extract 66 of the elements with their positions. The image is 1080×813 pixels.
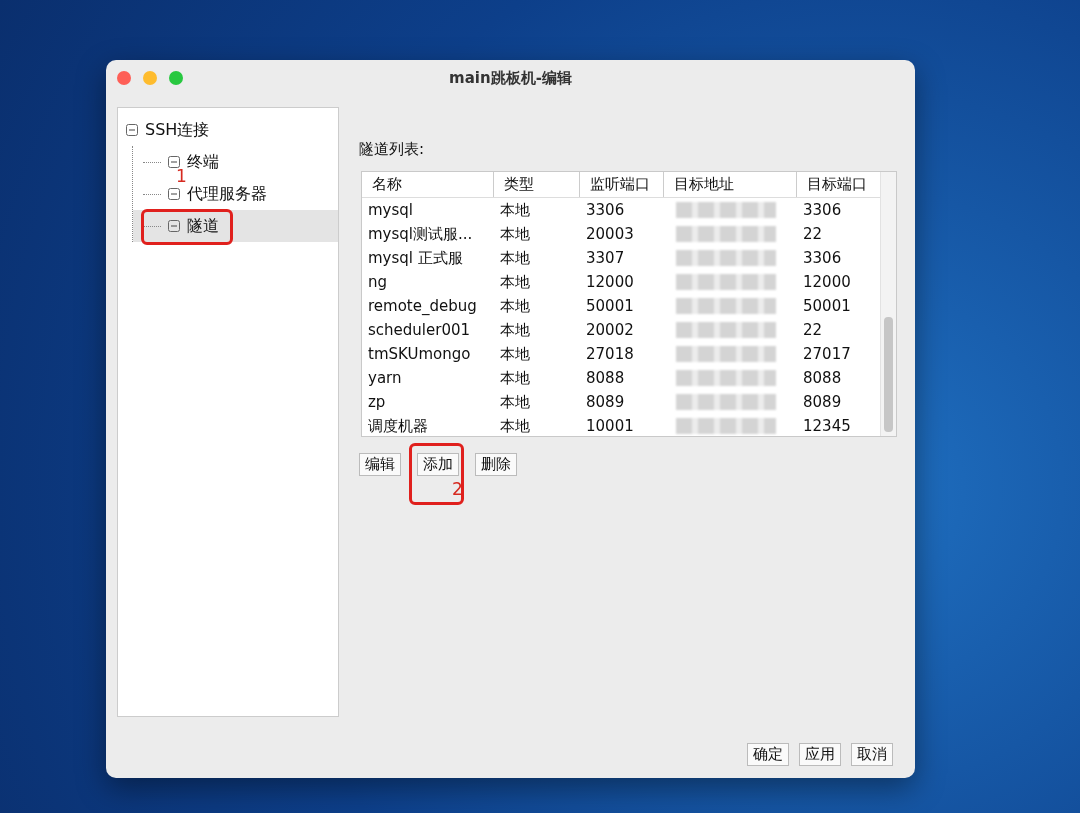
dialog-button[interactable]: 应用 bbox=[799, 743, 841, 766]
table-cell-text: 20002 bbox=[585, 321, 635, 339]
window-control-icon[interactable] bbox=[143, 71, 157, 85]
table-cell-text: 10001 bbox=[585, 417, 635, 435]
tree-item[interactable]: SSH连接 bbox=[118, 114, 338, 146]
table-cell-text: 12000 bbox=[802, 273, 852, 291]
table-cell-text: 3307 bbox=[585, 249, 626, 267]
table-cell-text: zp bbox=[367, 393, 387, 411]
table-cell-text: 本地 bbox=[499, 344, 531, 364]
table-cell-text: 本地 bbox=[499, 392, 531, 412]
table-cell-text: yarn bbox=[367, 369, 403, 387]
table-cell-text: tmSKUmongo bbox=[367, 345, 472, 363]
window-control-icon[interactable] bbox=[117, 71, 131, 85]
column-header[interactable]: 类型 bbox=[494, 172, 580, 197]
table-cell-text: 3306 bbox=[585, 201, 626, 219]
table-cell-text: 8088 bbox=[802, 369, 843, 387]
dialog-button[interactable]: 取消 bbox=[851, 743, 893, 766]
table-cell-text: 本地 bbox=[499, 320, 531, 340]
table-cell-text: mysql测试服... bbox=[367, 224, 474, 244]
column-header[interactable]: 目标地址 bbox=[664, 172, 797, 197]
table-cell-text: 本地 bbox=[499, 416, 531, 436]
table-cell-text: 3306 bbox=[802, 249, 843, 267]
column-header[interactable]: 监听端口 bbox=[580, 172, 664, 197]
table-cell-text: 12000 bbox=[585, 273, 635, 291]
dialog-button[interactable]: 确定 bbox=[747, 743, 789, 766]
window-title: main跳板机-编辑 bbox=[449, 68, 572, 88]
table-cell-text: 50001 bbox=[585, 297, 635, 315]
table-cell-text: 3306 bbox=[802, 201, 843, 219]
window-control-icon[interactable] bbox=[169, 71, 183, 85]
table-cell-text: 本地 bbox=[499, 200, 531, 220]
table-cell-text: ng bbox=[367, 273, 389, 291]
table-cell-text: 本地 bbox=[499, 368, 531, 388]
table-cell-text: remote_debug bbox=[367, 297, 478, 315]
table-cell-text: 8089 bbox=[802, 393, 843, 411]
action-button[interactable]: 编辑 bbox=[359, 453, 401, 476]
column-header[interactable]: 名称 bbox=[362, 172, 494, 197]
table-cell-text: mysql 正式服 bbox=[367, 248, 464, 268]
table-cell-text: 本地 bbox=[499, 296, 531, 316]
scrollbar-thumb[interactable] bbox=[884, 317, 893, 432]
tree-item[interactable]: 隧道 bbox=[133, 210, 338, 242]
scrollbar[interactable] bbox=[880, 172, 896, 436]
table-cell-text: 27017 bbox=[802, 345, 852, 363]
table-cell-text: 调度机器 bbox=[367, 416, 429, 436]
table-cell-text: 本地 bbox=[499, 248, 531, 268]
table-cell-text: 27018 bbox=[585, 345, 635, 363]
section-label: 隧道列表: bbox=[359, 140, 426, 159]
collapse-icon[interactable] bbox=[168, 220, 180, 232]
table-cell-text: 本地 bbox=[499, 272, 531, 292]
action-button[interactable]: 删除 bbox=[475, 453, 517, 476]
table-cell-text: 22 bbox=[802, 225, 824, 243]
table-cell-text: 12345 bbox=[802, 417, 852, 435]
collapse-icon[interactable] bbox=[126, 124, 138, 136]
table-cell-text: 本地 bbox=[499, 224, 531, 244]
table-cell-text: mysql bbox=[367, 201, 414, 219]
action-button[interactable]: 添加 bbox=[417, 453, 459, 476]
annotation-number: 1 bbox=[176, 166, 187, 186]
table-cell-text: 22 bbox=[802, 321, 824, 339]
table-cell-text: 20003 bbox=[585, 225, 635, 243]
collapse-icon[interactable] bbox=[168, 188, 180, 200]
table-cell-text: scheduler001 bbox=[367, 321, 472, 339]
collapse-icon[interactable] bbox=[168, 156, 180, 168]
table-cell-text: 50001 bbox=[802, 297, 852, 315]
annotation-number: 2 bbox=[452, 479, 463, 499]
highlight-frame bbox=[409, 443, 464, 505]
table-cell-text: 8088 bbox=[585, 369, 626, 387]
table-cell-text: 8089 bbox=[585, 393, 626, 411]
